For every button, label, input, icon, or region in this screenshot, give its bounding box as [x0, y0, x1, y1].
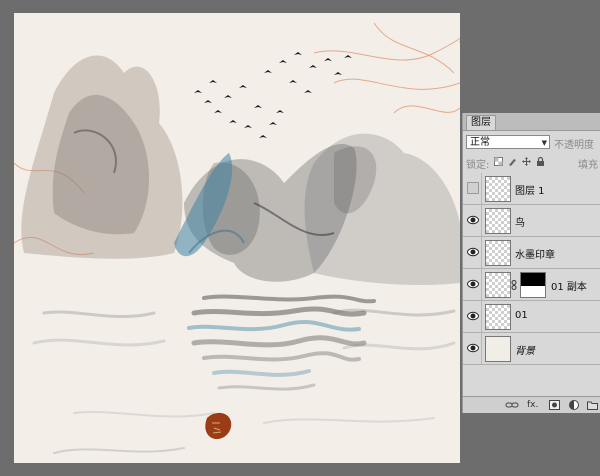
lock-all-icon[interactable]	[536, 157, 545, 166]
divider	[481, 269, 482, 300]
layer-name: 水墨印章	[515, 250, 555, 261]
fill-label[interactable]: 填充	[578, 156, 598, 171]
eye-icon[interactable]	[467, 342, 479, 354]
layer-name: 图层 1	[515, 186, 545, 197]
eye-icon[interactable]	[467, 310, 479, 322]
eye-icon[interactable]	[467, 214, 479, 226]
layer-row[interactable]: 背景	[463, 333, 600, 365]
lock-pixels-brush-icon[interactable]	[508, 157, 517, 166]
layer-thumbnail	[485, 176, 511, 202]
layer-thumbnail	[485, 336, 511, 362]
layer-name: 01 副本	[551, 282, 587, 293]
mask-link-icon[interactable]	[511, 280, 517, 290]
panel-tab-strip: 图层	[463, 113, 600, 131]
panel-footer: fx.	[463, 396, 600, 413]
lock-label: 锁定:	[466, 160, 490, 171]
layer-row[interactable]: 01	[463, 301, 600, 333]
layers-panel: 图层 正常 ▼ 不透明度 锁定: 填充 图层 1 鸟 水墨印章 01 副本 01…	[462, 113, 600, 413]
visibility-toggle[interactable]	[467, 182, 479, 194]
layer-row[interactable]: 水墨印章	[463, 237, 600, 269]
link-layers-icon[interactable]	[505, 400, 519, 410]
layer-thumbnail	[485, 208, 511, 234]
lock-position-move-icon[interactable]	[522, 157, 531, 166]
layer-row[interactable]: 鸟	[463, 205, 600, 237]
layer-list: 图层 1 鸟 水墨印章 01 副本 01 背景	[463, 173, 600, 365]
tab-layers[interactable]: 图层	[466, 115, 496, 130]
divider	[481, 333, 482, 364]
adjustment-layer-icon[interactable]	[569, 400, 579, 410]
layer-thumbnail	[485, 304, 511, 330]
new-group-icon[interactable]	[587, 400, 598, 410]
layer-thumbnail	[485, 272, 511, 298]
chevron-down-icon: ▼	[541, 139, 547, 147]
layer-mask-thumbnail[interactable]	[520, 272, 546, 298]
layer-name: 背景	[515, 346, 535, 357]
divider	[481, 237, 482, 268]
eye-icon[interactable]	[467, 246, 479, 258]
divider	[481, 301, 482, 332]
lock-row: 锁定: 填充	[466, 156, 600, 171]
add-mask-icon[interactable]	[549, 400, 560, 410]
blend-mode-dropdown[interactable]: 正常 ▼	[466, 135, 550, 149]
fx-icon[interactable]: fx.	[527, 400, 538, 410]
opacity-label[interactable]: 不透明度	[554, 136, 594, 151]
layer-thumbnail	[485, 240, 511, 266]
divider	[481, 205, 482, 236]
divider	[481, 173, 482, 204]
layer-name: 01	[515, 310, 528, 321]
ink-landscape-artwork	[14, 13, 460, 463]
layer-row[interactable]: 图层 1	[463, 173, 600, 205]
eye-icon[interactable]	[467, 278, 479, 290]
layer-name: 鸟	[515, 218, 525, 229]
layer-row[interactable]: 01 副本	[463, 269, 600, 301]
document-canvas[interactable]	[14, 13, 460, 463]
lock-transparency-icon[interactable]	[494, 157, 503, 166]
blend-mode-row: 正常 ▼ 不透明度	[466, 135, 600, 151]
blend-mode-value: 正常	[470, 137, 490, 148]
